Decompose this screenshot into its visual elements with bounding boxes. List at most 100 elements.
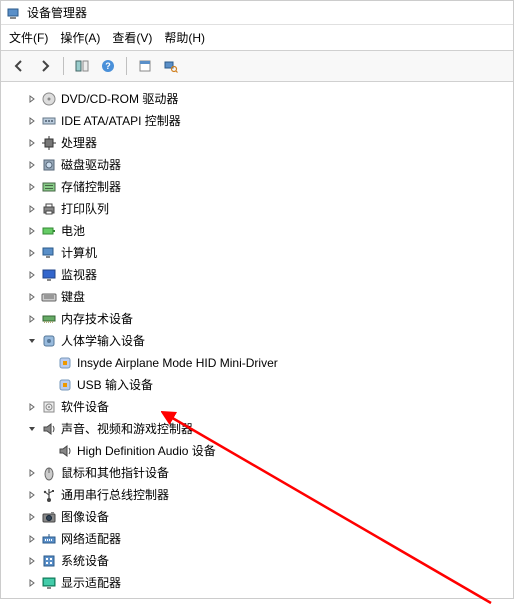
disc-icon <box>41 91 57 107</box>
help-button[interactable]: ? <box>96 55 120 77</box>
chevron-right-icon[interactable] <box>25 92 39 106</box>
chevron-right-icon[interactable] <box>25 290 39 304</box>
chevron-right-icon[interactable] <box>25 488 39 502</box>
tree-node[interactable]: 打印队列 <box>1 198 513 220</box>
tree-node[interactable]: 鼠标和其他指针设备 <box>1 462 513 484</box>
computer-icon <box>41 245 57 261</box>
back-button[interactable] <box>7 55 31 77</box>
network-icon <box>41 531 57 547</box>
chevron-right-icon[interactable] <box>25 114 39 128</box>
keyboard-icon <box>41 289 57 305</box>
chevron-right-icon[interactable] <box>25 136 39 150</box>
tree-node[interactable]: DVD/CD-ROM 驱动器 <box>1 88 513 110</box>
hidchild-icon <box>57 355 73 371</box>
monitor-icon <box>41 267 57 283</box>
device-manager-icon <box>7 6 21 20</box>
chevron-right-icon[interactable] <box>25 510 39 524</box>
memory-icon <box>41 311 57 327</box>
tree-node-label: 软件设备 <box>61 397 117 417</box>
tree-node-label: 打印队列 <box>61 199 117 219</box>
tree-node-label: 声音、视频和游戏控制器 <box>61 419 201 439</box>
toolbar: ? <box>1 51 513 82</box>
audio-icon <box>57 443 73 459</box>
menu-help[interactable]: 帮助(H) <box>164 29 205 46</box>
tree-node[interactable]: 存储控制器 <box>1 176 513 198</box>
tree-node[interactable]: IDE ATA/ATAPI 控制器 <box>1 110 513 132</box>
menu-action[interactable]: 操作(A) <box>60 29 100 46</box>
chevron-right-icon[interactable] <box>25 532 39 546</box>
chevron-right-icon[interactable] <box>25 268 39 282</box>
tree-node[interactable]: 声音、视频和游戏控制器 <box>1 418 513 440</box>
tree-node-label: 计算机 <box>61 243 105 263</box>
chevron-right-icon[interactable] <box>25 246 39 260</box>
tree-node-label: 电池 <box>61 221 93 241</box>
tree-node-label: High Definition Audio 设备 <box>77 441 224 461</box>
hdd-icon <box>41 157 57 173</box>
tree-node-label: 监视器 <box>61 265 105 285</box>
properties-button[interactable] <box>133 55 157 77</box>
tree-node-label: 系统设备 <box>61 551 117 571</box>
audio-icon <box>41 421 57 437</box>
device-tree[interactable]: DVD/CD-ROM 驱动器IDE ATA/ATAPI 控制器处理器磁盘驱动器存… <box>1 82 513 600</box>
tree-node[interactable]: 键盘 <box>1 286 513 308</box>
tree-node[interactable]: 显示适配器 <box>1 572 513 594</box>
chevron-right-icon[interactable] <box>25 158 39 172</box>
tree-node-label: IDE ATA/ATAPI 控制器 <box>61 111 189 131</box>
chevron-right-icon[interactable] <box>25 466 39 480</box>
hid-icon <box>41 333 57 349</box>
toolbar-separator <box>63 57 64 75</box>
tree-node-label: 显示适配器 <box>61 573 129 593</box>
titlebar: 设备管理器 <box>1 1 513 25</box>
mouse-icon <box>41 465 57 481</box>
tree-node[interactable]: 处理器 <box>1 132 513 154</box>
tree-node[interactable]: USB 输入设备 <box>1 374 513 396</box>
ide-icon <box>41 113 57 129</box>
show-hide-console-button[interactable] <box>70 55 94 77</box>
chevron-right-icon[interactable] <box>25 312 39 326</box>
menubar: 文件(F) 操作(A) 查看(V) 帮助(H) <box>1 25 513 51</box>
chevron-down-icon[interactable] <box>25 334 39 348</box>
tree-node-label: 图像设备 <box>61 507 117 527</box>
menu-view[interactable]: 查看(V) <box>112 29 152 46</box>
tree-node[interactable]: 磁盘驱动器 <box>1 154 513 176</box>
hidchild-icon <box>57 377 73 393</box>
tree-node-label: 磁盘驱动器 <box>61 155 129 175</box>
tree-node-label: 鼠标和其他指针设备 <box>61 463 177 483</box>
toolbar-separator <box>126 57 127 75</box>
tree-node-label: 内存技术设备 <box>61 309 141 329</box>
tree-node-label: 处理器 <box>61 133 105 153</box>
chevron-right-icon[interactable] <box>25 180 39 194</box>
storage-icon <box>41 179 57 195</box>
tree-node[interactable]: 人体学输入设备 <box>1 330 513 352</box>
chevron-right-icon[interactable] <box>25 576 39 590</box>
chevron-right-icon[interactable] <box>25 554 39 568</box>
usb-icon <box>41 487 57 503</box>
tree-node-label: USB 输入设备 <box>77 375 161 395</box>
tree-node[interactable]: 软件设备 <box>1 396 513 418</box>
chevron-right-icon[interactable] <box>25 400 39 414</box>
tree-node[interactable]: Insyde Airplane Mode HID Mini-Driver <box>1 352 513 374</box>
cpu-icon <box>41 135 57 151</box>
svg-text:?: ? <box>105 61 111 71</box>
forward-button[interactable] <box>33 55 57 77</box>
tree-node[interactable]: 电池 <box>1 220 513 242</box>
camera-icon <box>41 509 57 525</box>
chevron-down-icon[interactable] <box>25 422 39 436</box>
tree-node[interactable]: 网络适配器 <box>1 528 513 550</box>
menu-file[interactable]: 文件(F) <box>9 29 48 46</box>
tree-node[interactable]: 监视器 <box>1 264 513 286</box>
tree-node[interactable]: 通用串行总线控制器 <box>1 484 513 506</box>
tree-node-label: 存储控制器 <box>61 177 129 197</box>
scan-hardware-button[interactable] <box>159 55 183 77</box>
chevron-right-icon[interactable] <box>25 224 39 238</box>
tree-node[interactable]: High Definition Audio 设备 <box>1 440 513 462</box>
chevron-right-icon[interactable] <box>25 202 39 216</box>
tree-node-label: Insyde Airplane Mode HID Mini-Driver <box>77 353 286 373</box>
tree-node-label: DVD/CD-ROM 驱动器 <box>61 89 186 109</box>
tree-node[interactable]: 图像设备 <box>1 506 513 528</box>
tree-node[interactable]: 内存技术设备 <box>1 308 513 330</box>
tree-node-label: 网络适配器 <box>61 529 129 549</box>
tree-node[interactable]: 系统设备 <box>1 550 513 572</box>
tree-node[interactable]: 计算机 <box>1 242 513 264</box>
battery-icon <box>41 223 57 239</box>
